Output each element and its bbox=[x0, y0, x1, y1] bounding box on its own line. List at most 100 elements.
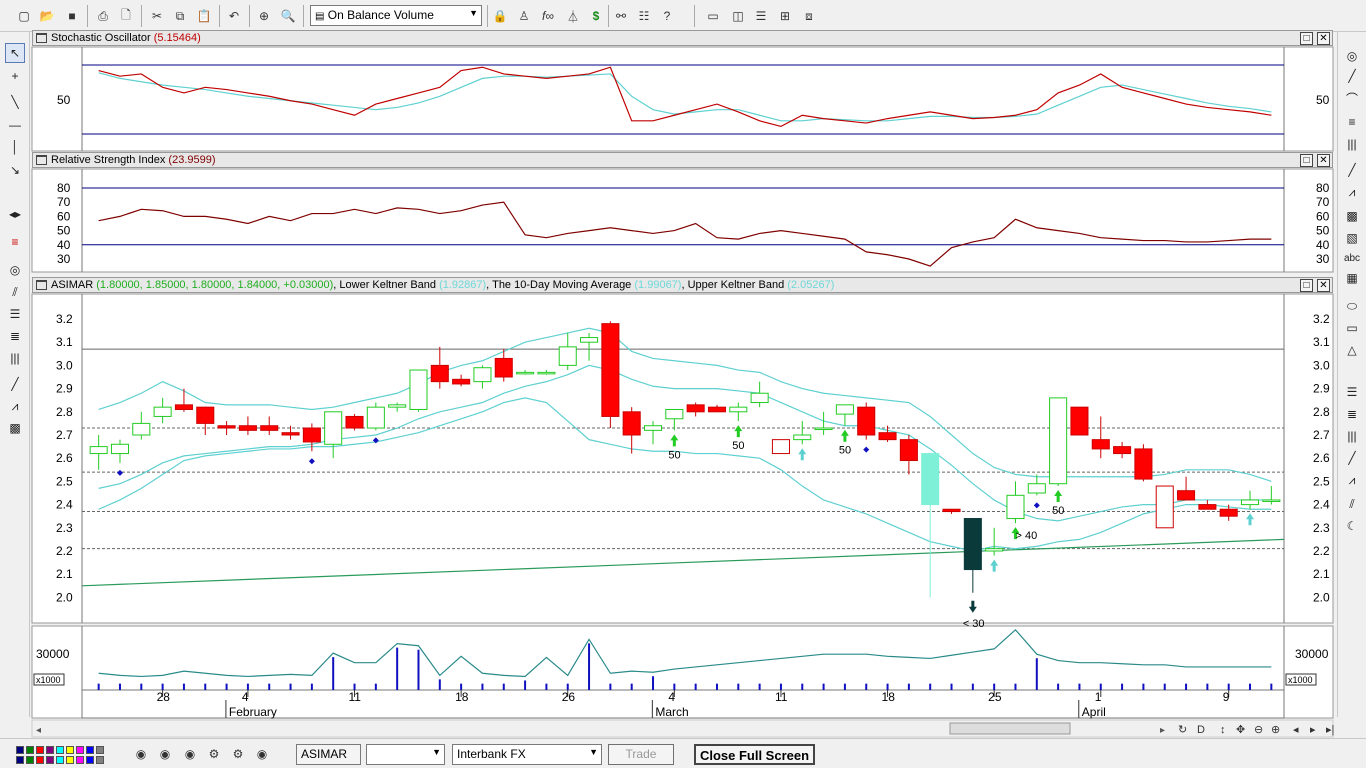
color-swatch[interactable] bbox=[16, 756, 24, 764]
price-axis-label: 2.9 bbox=[56, 382, 73, 396]
price-axis-label: 3.2 bbox=[56, 312, 73, 326]
price-axis-label: 2.6 bbox=[1313, 451, 1330, 465]
feed-select[interactable]: Interbank FX ▼ bbox=[452, 744, 602, 765]
zoom-plus-icon: ⊕ bbox=[1271, 724, 1280, 736]
month-label: April bbox=[1082, 705, 1106, 719]
chrome-icon[interactable]: ◉ bbox=[155, 744, 175, 764]
date-tick-label: 11 bbox=[349, 690, 362, 704]
chart-area[interactable]: ◂ ▸ ↻ D ↕ ✥ ⊖ ⊕ ◂ ▸ ▸|50 5080 8070 7060 6050 5040 4030 30… bbox=[0, 0, 1366, 738]
candle-body bbox=[388, 404, 407, 408]
candle-body bbox=[963, 518, 982, 571]
rsi-axis-label: 70 bbox=[57, 195, 71, 209]
candle-body bbox=[1070, 406, 1089, 436]
candle-body bbox=[174, 404, 193, 410]
color-swatch[interactable] bbox=[56, 746, 64, 754]
color-swatch[interactable] bbox=[86, 756, 94, 764]
candle-body bbox=[494, 357, 513, 378]
candle-body bbox=[1113, 446, 1132, 455]
color-swatch[interactable] bbox=[36, 756, 44, 764]
date-tick-label: 4 bbox=[668, 690, 675, 704]
color-swatch[interactable] bbox=[66, 756, 74, 764]
rsi-axis-label: 50 bbox=[1316, 224, 1330, 238]
refresh-icon: ↻ bbox=[1178, 724, 1187, 736]
chrome-icon[interactable]: ◉ bbox=[252, 744, 272, 764]
date-tick-label: 26 bbox=[562, 690, 576, 704]
color-swatch[interactable] bbox=[96, 746, 104, 754]
candle-body bbox=[878, 432, 897, 441]
price-axis-label: 2.7 bbox=[56, 428, 73, 442]
color-swatch[interactable] bbox=[76, 746, 84, 754]
color-swatch[interactable] bbox=[16, 746, 24, 754]
rsi-axis-label: 40 bbox=[57, 238, 71, 252]
price-axis-label: 2.5 bbox=[56, 474, 73, 488]
candle-body bbox=[1134, 448, 1153, 480]
rsi-axis-label: 30 bbox=[1316, 252, 1330, 266]
date-tick-label: 25 bbox=[988, 690, 1002, 704]
candle-body bbox=[1091, 439, 1110, 450]
scroll-thumb bbox=[949, 722, 1071, 735]
candle-body bbox=[985, 548, 1004, 552]
date-tick-label: 18 bbox=[882, 690, 896, 704]
color-swatch[interactable] bbox=[26, 746, 34, 754]
volume-unit-label: x1000 bbox=[1288, 675, 1313, 685]
symbol-field[interactable]: ASIMAR bbox=[296, 744, 361, 765]
candle-body bbox=[1198, 504, 1217, 510]
candle-body bbox=[1027, 483, 1046, 494]
robot-icon[interactable]: ⚙ bbox=[228, 744, 248, 764]
color-swatch[interactable] bbox=[46, 746, 54, 754]
price-axis-label: 2.7 bbox=[1313, 428, 1330, 442]
close-full-screen-button[interactable]: Close Full Screen bbox=[694, 744, 815, 765]
date-tick-label: 18 bbox=[455, 690, 469, 704]
zoom-out-icon: ↕ bbox=[1220, 724, 1226, 736]
chrome-icon[interactable]: ◉ bbox=[180, 744, 200, 764]
candle-body bbox=[942, 508, 961, 513]
color-swatch[interactable] bbox=[76, 756, 84, 764]
status-bar: ◉ ◉ ◉ ⚙ ⚙ ◉ ASIMAR ▼ Interbank FX ▼ Trade… bbox=[0, 738, 1366, 768]
price-axis-label: 2.3 bbox=[1313, 521, 1330, 535]
fit-icon: ✥ bbox=[1236, 724, 1245, 736]
scroll-right-icon: ▸ bbox=[1160, 725, 1165, 736]
candle-body bbox=[452, 378, 471, 385]
feed-value: Interbank FX bbox=[457, 747, 526, 761]
signal-label: 50 bbox=[1052, 505, 1064, 517]
chrome-icon[interactable]: ◉ bbox=[131, 744, 151, 764]
candle-body bbox=[899, 439, 918, 462]
prev-icon: ◂ bbox=[1293, 724, 1299, 736]
date-tick-label: 11 bbox=[775, 690, 788, 704]
candle-body bbox=[196, 406, 215, 424]
robot-icon[interactable]: ⚙ bbox=[204, 744, 224, 764]
candle-body bbox=[1155, 485, 1174, 529]
candle-body bbox=[110, 443, 130, 455]
stoch-axis-label: 50 bbox=[57, 93, 71, 107]
period-select[interactable]: ▼ bbox=[366, 744, 445, 765]
color-swatch[interactable] bbox=[56, 756, 64, 764]
candle-body bbox=[921, 453, 940, 506]
candle-body bbox=[558, 346, 577, 366]
price-axis-label: 2.5 bbox=[1313, 474, 1330, 488]
candle-body bbox=[1006, 494, 1025, 520]
candle-body bbox=[217, 425, 236, 429]
chevron-down-icon: ▼ bbox=[589, 747, 598, 757]
volume-unit-label: x1000 bbox=[36, 675, 61, 685]
candle-body bbox=[1262, 499, 1281, 502]
color-swatch[interactable] bbox=[36, 746, 44, 754]
price-axis-label: 3.0 bbox=[56, 358, 73, 372]
candle-body bbox=[771, 439, 790, 455]
volume-axis-label: 30000 bbox=[1295, 647, 1329, 661]
price-axis-label: 2.1 bbox=[1313, 567, 1330, 581]
month-label: March bbox=[655, 705, 688, 719]
h-scrollbar bbox=[31, 719, 1334, 738]
color-swatch[interactable] bbox=[66, 746, 74, 754]
candle-body bbox=[516, 371, 535, 375]
candle-body bbox=[686, 404, 705, 413]
candle-body bbox=[729, 406, 748, 413]
trade-button[interactable]: Trade bbox=[608, 744, 674, 765]
color-swatch[interactable] bbox=[26, 756, 34, 764]
color-swatch[interactable] bbox=[46, 756, 54, 764]
color-swatch[interactable] bbox=[86, 746, 94, 754]
candle-body bbox=[857, 406, 876, 436]
end-icon: ▸| bbox=[1326, 724, 1334, 736]
symbol-value: ASIMAR bbox=[301, 747, 348, 761]
candle-body bbox=[260, 425, 279, 431]
color-swatch[interactable] bbox=[96, 756, 104, 764]
